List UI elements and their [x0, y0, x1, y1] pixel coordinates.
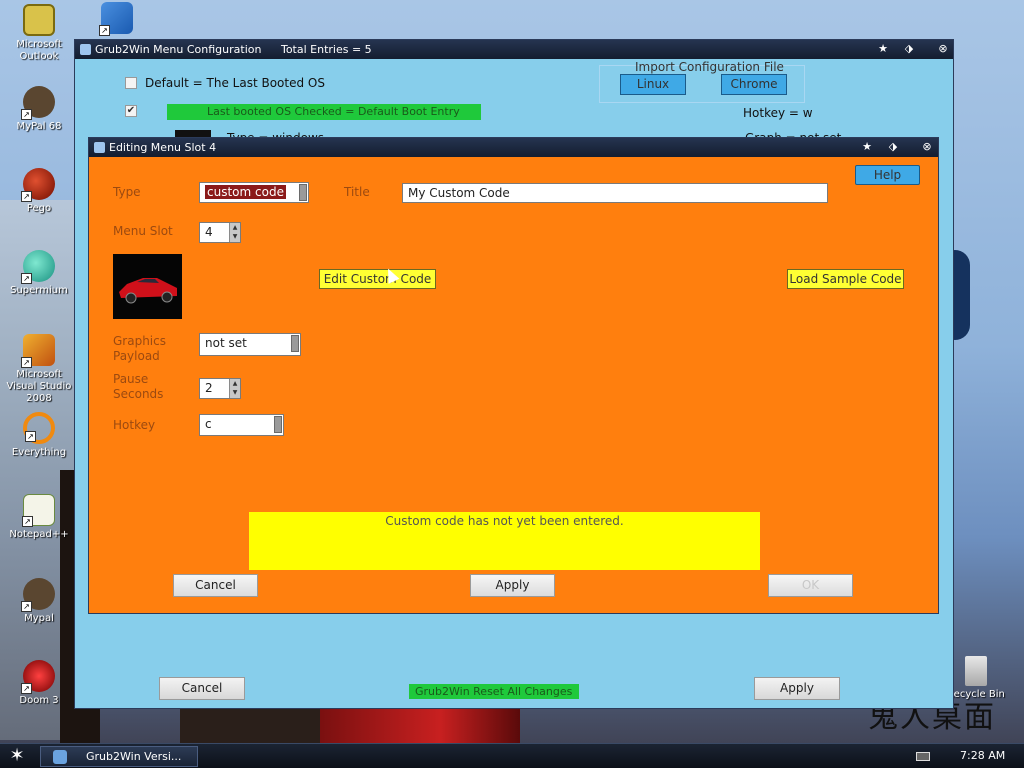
everything-icon: ↗	[23, 412, 55, 444]
pause-seconds-label-line2: Seconds	[113, 387, 164, 401]
taskbar-button-label: Grub2Win Versi...	[86, 750, 182, 763]
desktop-icon-label: MyPal 68	[16, 121, 62, 132]
load-sample-code-button[interactable]: Load Sample Code	[787, 269, 904, 289]
help-button[interactable]: Help	[855, 165, 920, 185]
hotkey-value: c	[205, 417, 212, 431]
recycle-bin-icon	[965, 656, 987, 686]
desktop-icon-mypal[interactable]: ↗ Mypal	[0, 578, 78, 625]
desktop-icon-label: Doom 3	[19, 695, 59, 706]
type-select-scrollbar[interactable]	[299, 184, 307, 201]
visual-studio-icon: ↗	[21, 334, 55, 368]
maximize-icon[interactable]: ⬗	[901, 42, 917, 57]
desktop-icon-label: Recycle Bin	[947, 689, 1005, 700]
type-label: Type	[113, 185, 141, 199]
hotkey-label: Hotkey	[113, 418, 156, 432]
close-icon[interactable]: ⊗	[935, 42, 951, 57]
menu-slot-value: 4	[205, 225, 213, 239]
desktop-icon-recycle-bin[interactable]: Recycle Bin	[946, 656, 1006, 701]
desktop-icon-doom3[interactable]: ↗ Doom 3	[0, 660, 78, 707]
grub2win-icon	[80, 44, 91, 55]
desktop-icon-pego[interactable]: ↗ Pego	[0, 168, 78, 215]
grub2win-icon	[94, 142, 105, 153]
desktop-icon-label: Supermium	[10, 285, 68, 296]
main-window-titlebar[interactable]: Grub2Win Menu Configuration Total Entrie…	[75, 40, 953, 59]
edit-cancel-button[interactable]: Cancel	[173, 574, 258, 597]
desktop-icon-label: Microsoft Outlook	[16, 39, 62, 62]
spinner-arrows-icon[interactable]: ▲ ▼	[229, 223, 240, 242]
mypal-raccoon-icon: ↗	[21, 86, 55, 120]
star-icon[interactable]: ✶	[6, 747, 28, 767]
graphics-payload-scrollbar[interactable]	[291, 335, 299, 352]
main-window-title: Grub2Win Menu Configuration	[95, 43, 262, 56]
type-select-value: custom code	[205, 185, 286, 199]
desktop-icon-notepad-plus-plus[interactable]: ↗ Notepad++	[0, 494, 78, 541]
custom-code-message: Custom code has not yet been entered.	[385, 514, 624, 528]
hotkey-info: Hotkey = w	[743, 106, 813, 120]
edit-dialog-titlebar[interactable]: Editing Menu Slot 4 ★ ⬗ ⊗	[89, 138, 938, 157]
edit-apply-button[interactable]: Apply	[470, 574, 555, 597]
hotkey-select[interactable]: c	[199, 414, 284, 436]
type-select[interactable]: custom code	[199, 182, 309, 203]
desktop-icon-outlook[interactable]: Microsoft Outlook	[0, 4, 78, 63]
desktop-icon-app-shortcut[interactable]: ↗	[78, 2, 156, 37]
menu-slot-label: Menu Slot	[113, 224, 173, 238]
taskbar-clock[interactable]: 7:28 AM	[960, 749, 1005, 762]
grub2win-icon	[53, 750, 67, 764]
import-chrome-button[interactable]: Chrome	[721, 74, 787, 95]
supermium-icon: ↗	[21, 250, 55, 284]
mypal-raccoon-icon: ↗	[21, 578, 55, 612]
desktop-icon-visual-studio[interactable]: ↗ Microsoft Visual Studio 2008	[0, 334, 78, 405]
pause-seconds-value: 2	[205, 381, 213, 395]
doom3-icon: ↗	[21, 660, 55, 694]
outlook-icon	[23, 4, 55, 36]
taskbar: ✶ Grub2Win Versi... 7:28 AM	[0, 743, 1024, 768]
graphics-preview-image	[113, 254, 182, 319]
pause-seconds-label-line1: Pause	[113, 372, 149, 386]
edit-menu-slot-dialog: Editing Menu Slot 4 ★ ⬗ ⊗ Type custom co…	[88, 137, 939, 614]
import-config-label: Import Configuration File	[635, 60, 784, 74]
desktop-icon-label: Microsoft Visual Studio 2008	[6, 369, 72, 404]
menu-slot-spinner[interactable]: 4 ▲ ▼	[199, 222, 241, 243]
edit-custom-code-button[interactable]: Edit Custom Code	[319, 269, 436, 289]
edit-ok-button[interactable]: OK	[768, 574, 853, 597]
graphics-payload-label-line1: Graphics	[113, 334, 166, 348]
desktop-icon-label: Mypal	[24, 613, 54, 624]
close-icon[interactable]: ⊗	[919, 140, 935, 155]
title-input[interactable]: My Custom Code	[402, 183, 828, 203]
notepad-plus-plus-icon: ↗	[22, 494, 55, 527]
main-cancel-button[interactable]: Cancel	[159, 677, 245, 700]
desktop-icon-label: Notepad++	[9, 529, 69, 540]
pin-icon[interactable]: ★	[875, 42, 891, 57]
default-boot-label: Default = The Last Booted OS	[145, 76, 325, 90]
entry-checkbox[interactable]: ✔	[125, 105, 137, 117]
pin-icon[interactable]: ★	[859, 140, 875, 155]
graphics-payload-label-line2: Payload	[113, 349, 160, 363]
graphics-payload-select[interactable]: not set	[199, 333, 301, 356]
graphics-payload-value: not set	[205, 336, 247, 350]
desktop-icon-mypal68[interactable]: ↗ MyPal 68	[0, 86, 78, 133]
desktop-icon-label: Pego	[26, 203, 52, 214]
edit-dialog-title: Editing Menu Slot 4	[109, 141, 217, 154]
total-entries-label: Total Entries = 5	[280, 43, 372, 56]
pause-seconds-spinner[interactable]: 2 ▲ ▼	[199, 378, 241, 399]
taskbar-button-grub2win[interactable]: Grub2Win Versi...	[40, 746, 198, 767]
maximize-icon[interactable]: ⬗	[885, 140, 901, 155]
keyboard-icon[interactable]	[916, 752, 930, 761]
reset-changes-strip[interactable]: Grub2Win Reset All Changes	[409, 684, 579, 699]
main-apply-button[interactable]: Apply	[754, 677, 840, 700]
custom-code-message-box: Custom code has not yet been entered.	[249, 512, 760, 570]
import-linux-button[interactable]: Linux	[620, 74, 686, 95]
desktop-icon-label: Everything	[11, 447, 67, 458]
last-booted-strip: Last booted OS Checked = Default Boot En…	[167, 104, 481, 120]
hotkey-scrollbar[interactable]	[274, 416, 282, 433]
app-shortcut-icon: ↗	[99, 2, 133, 36]
default-checkbox[interactable]	[125, 77, 137, 89]
pego-icon: ↗	[21, 168, 55, 202]
spinner-arrows-icon[interactable]: ▲ ▼	[229, 379, 240, 398]
title-label: Title	[344, 185, 370, 199]
desktop-icon-supermium[interactable]: ↗ Supermium	[0, 250, 78, 297]
desktop-icon-everything[interactable]: ↗ Everything	[0, 412, 78, 459]
